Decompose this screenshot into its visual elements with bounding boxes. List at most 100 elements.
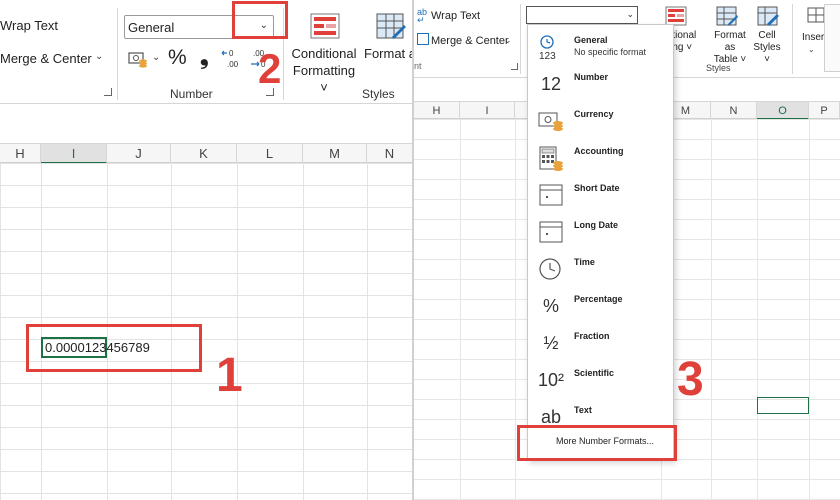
merge-center-button[interactable]: Merge & Center	[431, 35, 509, 47]
scientific-icon: 10²	[537, 370, 564, 390]
grid-line	[303, 163, 304, 500]
format-as-table-icon[interactable]	[376, 13, 406, 39]
chevron-down-icon[interactable]: ⌄	[808, 45, 815, 54]
merge-center-icon[interactable]	[417, 33, 429, 45]
highlight-box-step-2	[232, 1, 288, 39]
column-header[interactable]: N	[367, 144, 413, 164]
menu-item-label: Percentage	[574, 294, 623, 304]
format-as-table-icon[interactable]	[716, 6, 738, 26]
step-number-1: 1	[216, 349, 243, 402]
group-divider	[117, 8, 118, 100]
menu-item-currency[interactable]: Currency	[528, 103, 675, 140]
column-header[interactable]: P	[809, 102, 840, 120]
ribbon: Wrap Text Merge & Center ⌄ General ⌄ ⌄ %…	[0, 0, 413, 104]
highlight-box-step-3	[517, 425, 677, 461]
percentage-icon: %	[542, 296, 559, 316]
cell-styles-icon[interactable]	[757, 6, 779, 26]
chevron-down-icon[interactable]: ⌄	[152, 52, 160, 63]
grid-line	[367, 163, 368, 500]
svg-text:123: 123	[539, 51, 556, 61]
group-divider	[520, 4, 521, 74]
grid-line	[711, 119, 712, 500]
chevron-down-icon[interactable]: ⌄	[626, 9, 634, 20]
number-format-menu: 123 General No specific format 12 Number…	[527, 24, 674, 460]
wrap-text-button[interactable]: Wrap Text	[0, 18, 58, 33]
column-header[interactable]: K	[171, 144, 237, 164]
menu-item-label: General	[574, 35, 608, 45]
alignment-group-label: nt	[414, 61, 422, 71]
menu-item-number[interactable]: 12 Number	[528, 66, 675, 103]
svg-text:.00: .00	[227, 60, 239, 69]
column-header[interactable]: M	[303, 144, 367, 164]
column-header[interactable]: L	[237, 144, 303, 164]
column-header[interactable]: H	[414, 102, 460, 120]
cell-styles-button[interactable]: Cell Styles ˅	[750, 30, 784, 66]
number-icon: 12	[540, 74, 562, 94]
menu-item-label: Text	[574, 405, 592, 415]
wrap-text-icon[interactable]: ab ↵	[417, 8, 427, 25]
column-header[interactable]: H	[0, 144, 41, 164]
menu-item-label: Scientific	[574, 368, 615, 378]
svg-text:0: 0	[229, 49, 234, 58]
fraction-icon: ½	[543, 333, 559, 353]
long-date-icon	[539, 221, 563, 243]
grid-line	[757, 119, 758, 500]
column-header-selected[interactable]: O	[757, 102, 809, 120]
alignment-dialog-launcher-icon[interactable]	[511, 63, 518, 70]
group-divider	[792, 4, 793, 74]
accounting-icon	[539, 146, 563, 171]
styles-group-label: Styles	[706, 63, 731, 73]
step-number-2: 2	[258, 45, 282, 92]
menu-item-general[interactable]: 123 General No specific format	[528, 29, 675, 66]
column-header-selected[interactable]: I	[41, 144, 107, 164]
left-screenshot-panel: Wrap Text Merge & Center ⌄ General ⌄ ⌄ %…	[0, 0, 413, 500]
menu-item-label: Number	[574, 72, 609, 82]
wrap-text-button[interactable]: Wrap Text	[431, 10, 480, 22]
menu-item-accounting[interactable]: Accounting	[528, 140, 675, 177]
grid-line	[460, 119, 461, 500]
number-format-dropdown[interactable]: ⌄	[526, 6, 638, 24]
menu-item-scientific[interactable]: 10² Scientific	[528, 362, 675, 399]
short-date-icon	[539, 184, 563, 206]
grid-line	[515, 119, 516, 500]
accounting-format-icon[interactable]	[128, 50, 148, 68]
column-headers: H I J K L M N	[0, 143, 413, 164]
ribbon-overflow-button[interactable]	[824, 4, 840, 72]
menu-item-label: Time	[574, 257, 595, 267]
format-as-table-button[interactable]: Format as Table ˅	[364, 45, 413, 62]
percent-style-icon[interactable]: %	[168, 46, 187, 70]
selected-cell[interactable]	[757, 397, 809, 414]
grid-line	[237, 163, 238, 500]
conditional-formatting-button[interactable]: Conditional Formatting ˅	[291, 45, 357, 96]
number-format-value: General	[128, 20, 175, 35]
grid-line	[809, 119, 810, 500]
currency-icon	[538, 112, 563, 131]
menu-item-percentage[interactable]: % Percentage	[528, 288, 675, 325]
increase-decimal-icon[interactable]: 0 .00	[221, 48, 243, 70]
column-header[interactable]: J	[107, 144, 171, 164]
comma-style-icon[interactable]: ❟	[200, 44, 209, 70]
formula-bar-area	[0, 105, 413, 143]
menu-item-short-date[interactable]: Short Date	[528, 177, 675, 214]
menu-item-label: Accounting	[574, 146, 624, 156]
menu-item-description: No specific format	[574, 47, 647, 57]
chevron-down-icon[interactable]: ⌄	[95, 51, 103, 62]
menu-item-label: Fraction	[574, 331, 610, 341]
styles-group-label: Styles	[362, 87, 395, 101]
step-number-3: 3	[677, 353, 704, 406]
menu-item-label: Long Date	[574, 220, 618, 230]
number-group-label: Number	[170, 87, 213, 101]
conditional-formatting-icon[interactable]	[665, 6, 687, 26]
menu-item-time[interactable]: Time	[528, 251, 675, 288]
merge-center-button[interactable]: Merge & Center	[0, 51, 92, 66]
column-header[interactable]: N	[711, 102, 757, 120]
conditional-formatting-icon[interactable]	[310, 13, 340, 39]
chevron-down-icon[interactable]: ⌄	[504, 35, 512, 46]
right-screenshot-panel: ab ↵ Wrap Text Merge & Center ⌄ nt ⌄ ndit…	[414, 0, 840, 500]
menu-item-fraction[interactable]: ½ Fraction	[528, 325, 675, 362]
format-as-table-button[interactable]: Format as Table ˅	[708, 30, 752, 66]
menu-item-long-date[interactable]: Long Date	[528, 214, 675, 251]
column-header[interactable]: I	[460, 102, 515, 120]
alignment-dialog-launcher-icon[interactable]	[104, 88, 112, 96]
menu-item-label: Short Date	[574, 183, 620, 193]
